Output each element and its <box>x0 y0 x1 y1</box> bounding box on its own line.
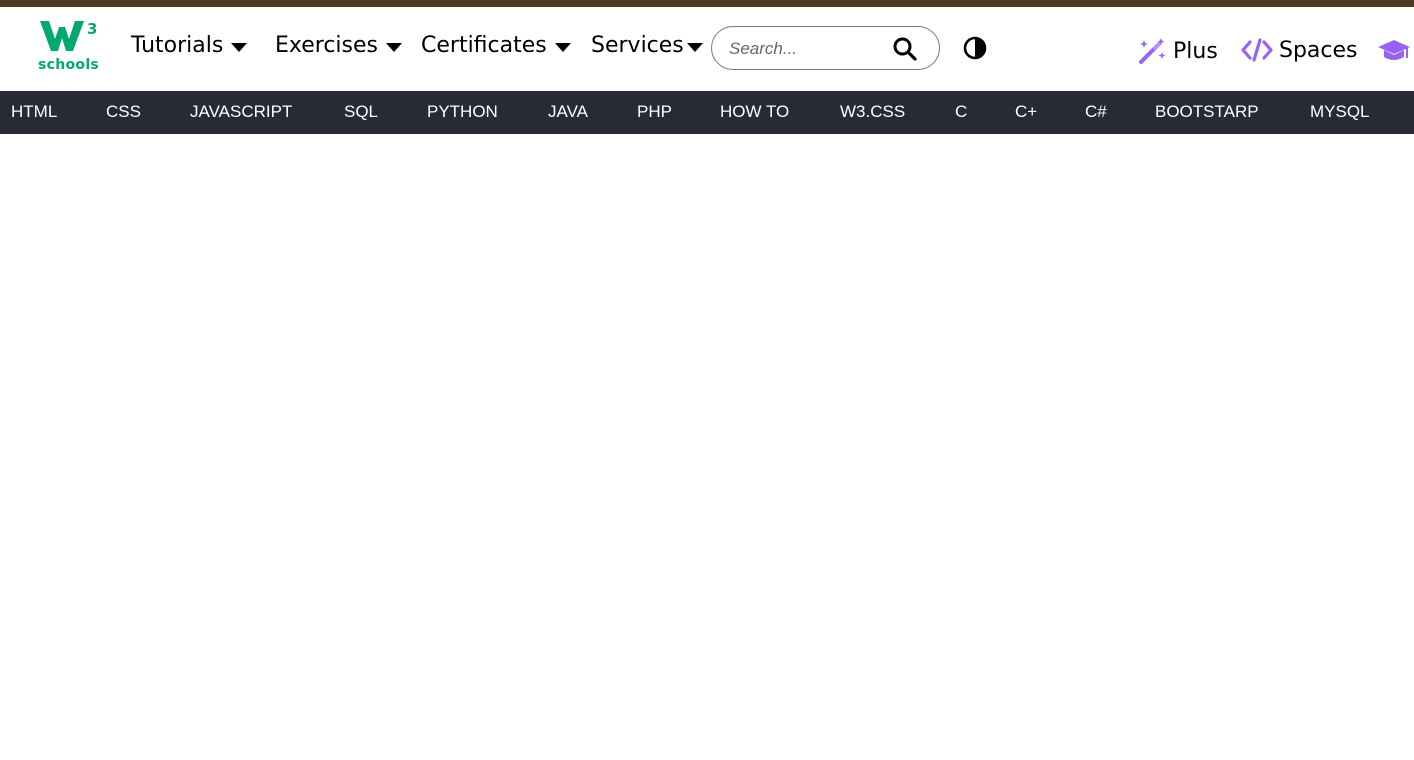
caret-down-icon <box>686 42 703 52</box>
subject-link-mysql[interactable]: MYSQL <box>1310 91 1370 134</box>
subject-nav-bar: HTML CSS JAVASCRIPT SQL PYTHON JAVA PHP … <box>0 91 1414 134</box>
nav-services-label: Services <box>591 33 684 58</box>
caret-down-icon <box>386 42 403 52</box>
nav-exercises-label: Exercises <box>275 33 379 58</box>
w3-logo-icon: 3 <box>40 20 97 51</box>
search-box <box>711 26 940 70</box>
subject-link-sql[interactable]: SQL <box>344 91 378 134</box>
w3schools-logo[interactable]: 3 schools <box>38 17 100 75</box>
logo-wordmark: schools <box>38 57 100 73</box>
subject-link-css[interactable]: CSS <box>106 91 141 134</box>
subject-link-html[interactable]: HTML <box>11 91 57 134</box>
caret-down-icon <box>554 42 571 52</box>
code-icon <box>1241 38 1273 62</box>
contrast-icon[interactable] <box>963 36 987 60</box>
nav-tutorials[interactable]: Tutorials <box>131 33 248 58</box>
caret-down-icon <box>231 42 248 52</box>
subject-link-c-plus[interactable]: C+ <box>1015 91 1037 134</box>
top-accent-strip <box>0 0 1414 7</box>
subject-link-w3css[interactable]: W3.CSS <box>840 91 905 134</box>
subject-link-how-to[interactable]: HOW TO <box>720 91 789 134</box>
subject-link-php[interactable]: PHP <box>637 91 672 134</box>
nav-exercises[interactable]: Exercises <box>275 33 403 58</box>
nav-services[interactable]: Services <box>591 33 703 58</box>
subject-link-bootstrap[interactable]: BOOTSTARP <box>1155 91 1259 134</box>
academy-link[interactable] <box>1376 37 1414 67</box>
spaces-label: Spaces <box>1279 37 1358 63</box>
subject-link-javascript[interactable]: JAVASCRIPT <box>190 91 292 134</box>
spaces-link[interactable]: Spaces <box>1241 37 1358 63</box>
plus-label: Plus <box>1173 38 1218 64</box>
site-header: 3 schools Tutorials Exercises Certificat… <box>0 7 1414 91</box>
logo-superscript: 3 <box>87 20 97 38</box>
main-content-area <box>0 134 1414 760</box>
nav-tutorials-label: Tutorials <box>131 33 224 58</box>
subject-link-python[interactable]: PYTHON <box>427 91 498 134</box>
plus-link[interactable]: Plus <box>1137 37 1218 65</box>
graduation-cap-icon <box>1378 40 1410 60</box>
subject-link-java[interactable]: JAVA <box>548 91 588 134</box>
search-input[interactable] <box>729 36 879 62</box>
nav-certificates-label: Certificates <box>421 33 547 58</box>
nav-certificates[interactable]: Certificates <box>421 33 571 58</box>
search-icon[interactable] <box>892 36 918 62</box>
subject-link-c-sharp[interactable]: C# <box>1085 91 1107 134</box>
magic-wand-icon <box>1139 38 1166 64</box>
subject-link-c[interactable]: C <box>955 91 967 134</box>
